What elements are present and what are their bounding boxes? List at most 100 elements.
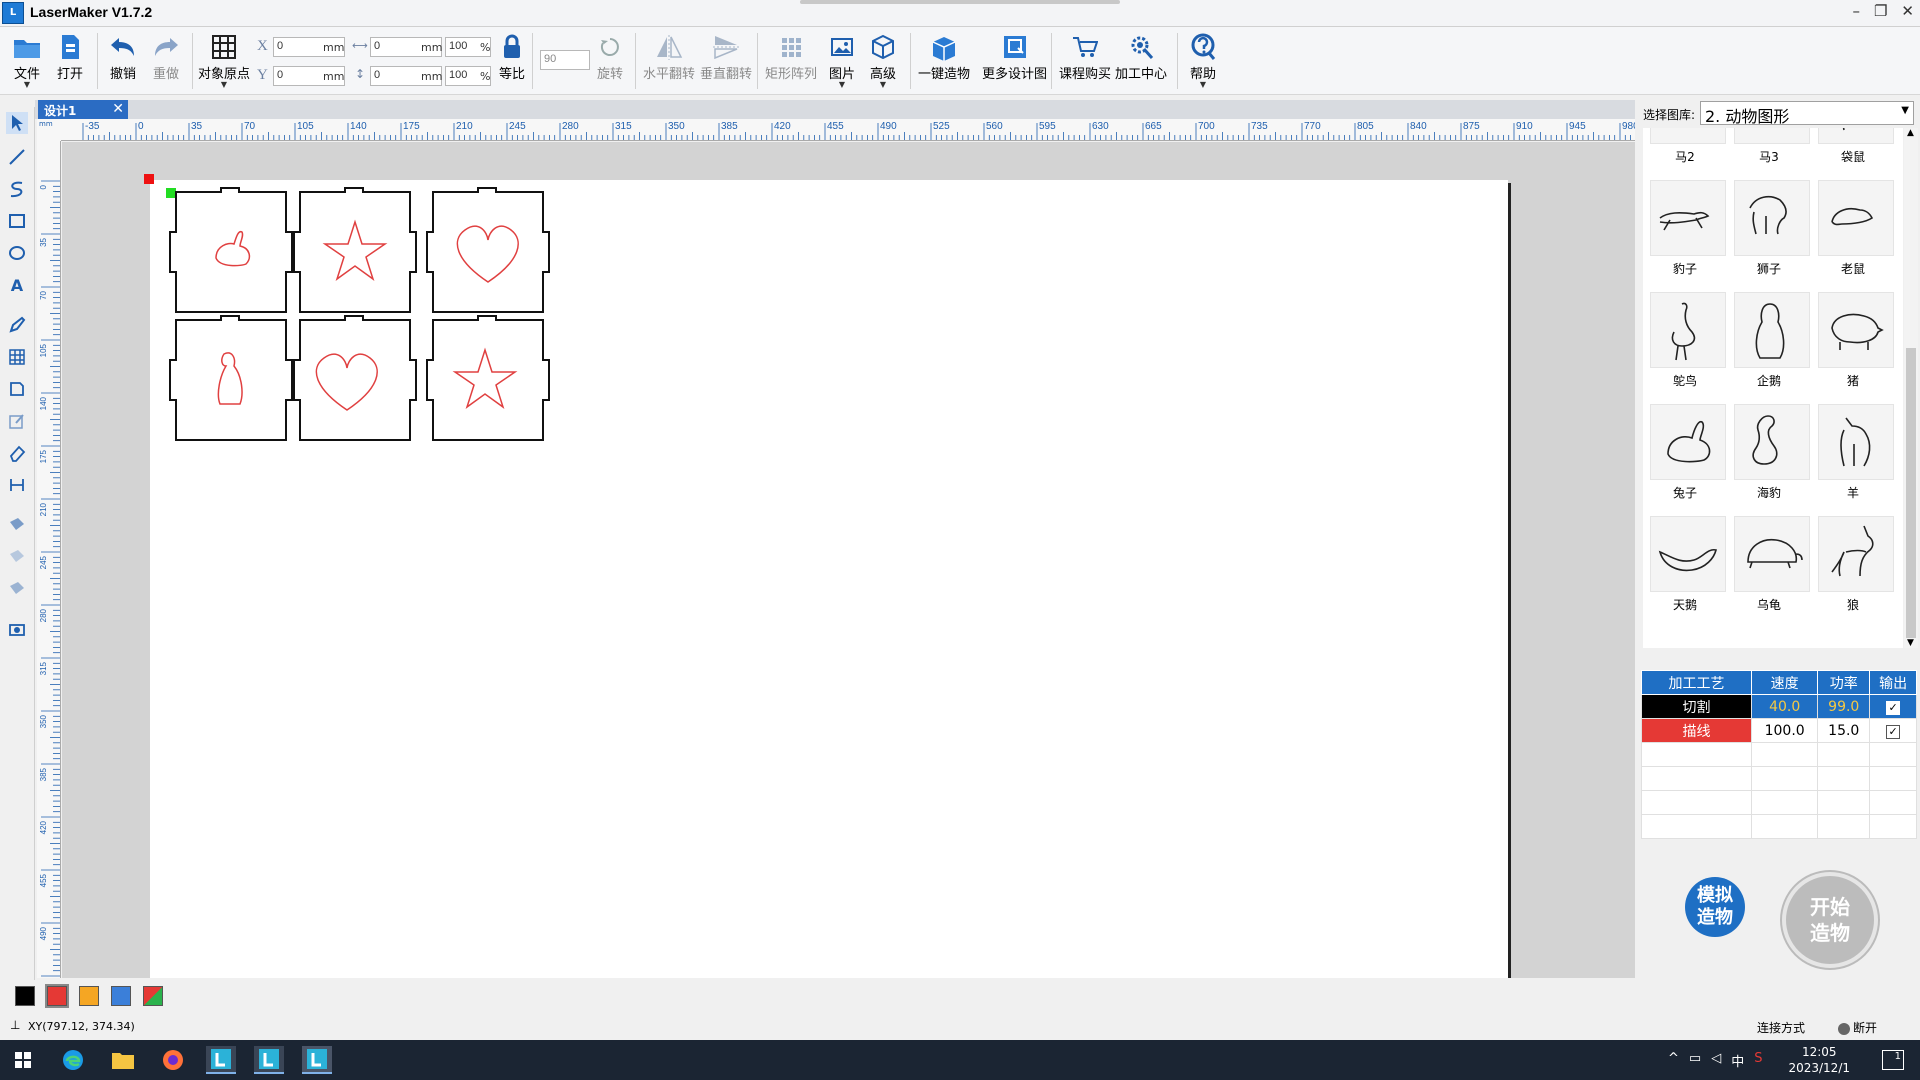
redo-button[interactable]: 重做 xyxy=(151,33,181,82)
line-tool-icon[interactable] xyxy=(6,146,28,168)
image-button[interactable]: 图片 ▼ xyxy=(827,33,857,89)
pencil-tool-icon[interactable] xyxy=(6,314,28,336)
gallery-scrollbar[interactable]: ▲ ▼ xyxy=(1904,128,1918,648)
paint-tool-icon[interactable] xyxy=(6,546,28,568)
course-buy-button[interactable]: 课程购买 xyxy=(1059,33,1111,82)
edit-tool-icon[interactable] xyxy=(6,410,28,432)
rectangle-tool-icon[interactable] xyxy=(6,210,28,232)
gallery-item[interactable]: 猪 xyxy=(1811,292,1895,404)
process-center-button[interactable]: 加工中心 xyxy=(1115,33,1167,82)
puzzle-tile-heart-2[interactable] xyxy=(293,315,417,441)
gallery-item[interactable]: 狮子 xyxy=(1727,180,1811,292)
camera-tool-icon[interactable] xyxy=(6,618,28,640)
more-designs-button[interactable]: 更多设计图 xyxy=(982,33,1047,82)
firefox-icon[interactable] xyxy=(158,1046,188,1074)
color-swatch-red[interactable] xyxy=(45,984,69,1008)
app-tray-icon[interactable]: S xyxy=(1754,1051,1762,1070)
library-select[interactable]: 2. 动物图形 ▼ xyxy=(1700,101,1914,126)
output-checkbox[interactable]: ✓ xyxy=(1869,694,1917,719)
puzzle-tile-star-2[interactable] xyxy=(426,315,550,441)
tab-design1[interactable]: 设计1 ✕ xyxy=(38,100,128,119)
lasermaker-taskbar-icon[interactable] xyxy=(254,1046,284,1074)
lasermaker-taskbar-icon[interactable] xyxy=(206,1046,236,1074)
volume-icon[interactable]: ◁ xyxy=(1711,1051,1721,1070)
bucket-tool-icon[interactable] xyxy=(6,514,28,536)
color-swatch-orange[interactable] xyxy=(79,986,99,1006)
scroll-down-icon[interactable]: ▼ xyxy=(1907,638,1914,648)
flip-horizontal-button[interactable]: 水平翻转 xyxy=(643,33,695,82)
scroll-up-icon[interactable]: ▲ xyxy=(1907,128,1914,138)
measure-tool-icon[interactable] xyxy=(6,474,28,496)
rotate-angle-field[interactable]: 90 xyxy=(540,50,590,70)
process-trace[interactable]: 描线 xyxy=(1641,718,1752,743)
gallery-item[interactable]: 鸵鸟 xyxy=(1643,292,1727,404)
puzzle-tile-rabbit[interactable] xyxy=(169,187,293,313)
undo-button[interactable]: 撤销 xyxy=(108,33,138,82)
design-objects[interactable] xyxy=(150,180,570,480)
gallery-item[interactable]: 乌龟 xyxy=(1727,516,1811,628)
close-button[interactable]: ✕ xyxy=(1901,2,1914,20)
work-page[interactable] xyxy=(144,174,1508,978)
shape-tool-icon[interactable] xyxy=(6,378,28,400)
scrollbar-thumb[interactable] xyxy=(1906,348,1916,638)
gallery-item[interactable]: 企鹅 xyxy=(1727,292,1811,404)
gallery-item[interactable]: 老鼠 xyxy=(1811,180,1895,292)
help-button[interactable]: 帮助 ▼ xyxy=(1188,33,1218,89)
file-explorer-icon[interactable] xyxy=(108,1046,138,1074)
gallery-item[interactable]: 马2 xyxy=(1643,128,1727,180)
taskbar-clock[interactable]: 12:05 2023/12/1 xyxy=(1788,1044,1850,1076)
chevron-up-icon[interactable]: ^ xyxy=(1668,1051,1679,1070)
power-cell[interactable]: 15.0 xyxy=(1817,718,1871,743)
output-checkbox[interactable]: ✓ xyxy=(1869,718,1917,743)
design-canvas[interactable] xyxy=(62,142,1635,978)
object-origin-button[interactable]: 对象原点 ▼ xyxy=(198,33,250,89)
puzzle-tile-star[interactable] xyxy=(293,187,417,313)
gallery-item[interactable]: 兔子 xyxy=(1643,404,1727,516)
table-row[interactable]: 描线 100.0 15.0 ✓ xyxy=(1641,718,1917,743)
color-swatch-multi[interactable] xyxy=(143,986,163,1006)
puzzle-tile-penguin[interactable] xyxy=(169,315,293,441)
select-tool-icon[interactable] xyxy=(6,112,28,134)
open-button[interactable]: 打开 xyxy=(55,33,85,82)
curve-tool-icon[interactable] xyxy=(6,178,28,200)
gallery-item[interactable]: 狼 xyxy=(1811,516,1895,628)
gallery-item[interactable]: 马3 xyxy=(1727,128,1811,180)
speed-cell[interactable]: 100.0 xyxy=(1750,718,1819,743)
puzzle-tile-heart[interactable] xyxy=(426,187,550,313)
process-cut[interactable]: 切割 xyxy=(1641,694,1752,719)
speed-cell[interactable]: 40.0 xyxy=(1750,694,1819,719)
fill-tool-icon[interactable] xyxy=(6,578,28,600)
one-click-make-button[interactable]: 一键造物 xyxy=(918,33,970,82)
simulate-button[interactable]: 模拟 造物 xyxy=(1685,877,1745,937)
table-tool-icon[interactable] xyxy=(6,346,28,368)
restore-button[interactable]: ❐ xyxy=(1874,2,1887,20)
text-tool-icon[interactable]: A xyxy=(6,274,28,296)
windows-start-icon[interactable] xyxy=(8,1046,38,1074)
start-make-button[interactable]: 开始 造物 xyxy=(1782,872,1878,968)
connection-status[interactable]: 断开 xyxy=(1838,1019,1877,1036)
close-tab-icon[interactable]: ✕ xyxy=(112,101,124,117)
advanced-button[interactable]: 高级 ▼ xyxy=(868,33,898,89)
flip-vertical-button[interactable]: 垂直翻转 xyxy=(700,33,752,82)
color-swatch-blue[interactable] xyxy=(111,986,131,1006)
gallery-item[interactable]: 羊 xyxy=(1811,404,1895,516)
notification-icon[interactable]: 1 xyxy=(1882,1050,1904,1070)
gallery-item[interactable]: 豹子 xyxy=(1643,180,1727,292)
ime-indicator[interactable]: 中 xyxy=(1731,1051,1744,1070)
color-swatch-black[interactable] xyxy=(15,986,35,1006)
gallery-item[interactable]: 袋鼠 xyxy=(1811,128,1895,180)
gallery-item[interactable]: 海豹 xyxy=(1727,404,1811,516)
eraser-tool-icon[interactable] xyxy=(6,442,28,464)
gallery-item[interactable]: 天鹅 xyxy=(1643,516,1727,628)
minimize-button[interactable]: – xyxy=(1852,2,1860,20)
rect-array-button[interactable]: 矩形阵列 xyxy=(765,33,817,82)
network-icon[interactable]: ▭ xyxy=(1689,1051,1701,1070)
lasermaker-taskbar-icon[interactable] xyxy=(302,1046,332,1074)
edge-browser-icon[interactable] xyxy=(58,1046,88,1074)
ellipse-tool-icon[interactable] xyxy=(6,242,28,264)
power-cell[interactable]: 99.0 xyxy=(1817,694,1871,719)
rotate-button[interactable]: 旋转 xyxy=(595,33,625,82)
file-button[interactable]: 文件 ▼ xyxy=(12,33,42,89)
equal-ratio-toggle[interactable]: 等比 xyxy=(497,33,527,82)
table-row[interactable]: 切割 40.0 99.0 ✓ xyxy=(1641,694,1917,719)
